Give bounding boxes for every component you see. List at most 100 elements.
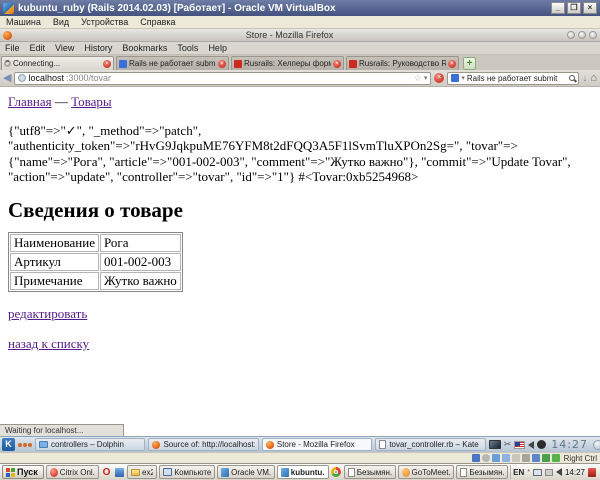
virtualbox-icon [281, 468, 289, 477]
tray-flag-icon[interactable] [545, 469, 553, 476]
task-ex2-folder[interactable]: ex2 [127, 465, 157, 479]
bookmark-star-icon[interactable] [414, 73, 422, 84]
volume-icon[interactable] [528, 441, 534, 449]
task-kate[interactable]: tovar_controller.rb – Kate [375, 438, 485, 451]
params-dump: {"utf8"=>"✓", "_method"=>"patch", "authe… [8, 123, 592, 184]
kde-clock[interactable]: 14:27 [549, 438, 590, 451]
home-icon[interactable] [590, 72, 597, 84]
desktop-pager[interactable] [18, 443, 32, 447]
url-dropdown-icon[interactable] [424, 74, 428, 82]
task-label: Компьютер [174, 468, 211, 477]
vbox-usb-icon [512, 454, 520, 462]
kde-menu-icon[interactable] [2, 438, 15, 451]
back-to-list-link[interactable]: назад к списку [8, 336, 89, 351]
menu-file[interactable]: File [0, 43, 25, 53]
quicklaunch-app[interactable] [114, 466, 125, 478]
edit-link[interactable]: редактировать [8, 306, 87, 321]
tab-label: Rusrails: Хелперы форм Rails [244, 59, 331, 68]
vbox-menu-help[interactable]: Справка [134, 17, 181, 27]
window-minimize-icon[interactable] [567, 31, 575, 39]
keyboard-layout-flag-icon[interactable] [514, 441, 525, 449]
tab-search-results[interactable]: Rails не работает submit - Поиск ... [116, 56, 229, 70]
search-input[interactable]: Rails не работает submit [467, 74, 567, 83]
search-engine-dropdown-icon[interactable] [461, 74, 465, 82]
search-icon[interactable] [569, 75, 575, 81]
task-source-view[interactable]: Source of: http://localhost:3000/to [148, 438, 258, 451]
task-computer[interactable]: Компьютер [159, 465, 215, 479]
firefox-icon [266, 441, 274, 449]
stop-button[interactable] [434, 73, 444, 83]
task-label: ex2 [142, 468, 153, 477]
task-label: Source of: http://localhost:3000/to [163, 440, 254, 449]
tab-label: Connecting... [13, 59, 101, 68]
kde-system-tray: 14:27 [489, 438, 598, 451]
task-dolphin[interactable]: controllers – Dolphin [35, 438, 145, 451]
search-bar[interactable]: Rails не работает submit [447, 72, 579, 85]
task-kubuntu-vm[interactable]: kubuntu... [277, 465, 329, 479]
start-button[interactable]: Пуск [2, 465, 44, 479]
window-close-icon[interactable] [589, 31, 597, 39]
task-oracle-vm[interactable]: Oracle VM... [217, 465, 275, 479]
page-title: Сведения о товаре [8, 198, 592, 223]
quicklaunch-chrome[interactable] [331, 466, 342, 478]
tray-icon[interactable] [527, 469, 530, 476]
tab-rusrails-helpers[interactable]: Rusrails: Хелперы форм Rails [231, 56, 344, 70]
url-bar[interactable]: localhost :3000/tovar [14, 72, 431, 85]
url-path-text: :3000/tovar [66, 73, 412, 83]
task-label: controllers – Dolphin [51, 440, 124, 449]
status-bar: Waiting for localhost... [0, 424, 124, 436]
tab-connecting[interactable]: Connecting... [1, 56, 114, 70]
tab-label: Rusrails: Руководство Ruby On Ra... [359, 59, 446, 68]
window-maximize-icon[interactable] [578, 31, 586, 39]
menu-history[interactable]: History [79, 43, 117, 53]
display-icon[interactable] [489, 440, 501, 449]
tab-close-icon[interactable] [103, 60, 111, 68]
breadcrumb-home-link[interactable]: Главная [8, 94, 52, 109]
document-icon [348, 468, 355, 477]
vbox-menu-view[interactable]: Вид [47, 17, 75, 27]
start-label: Пуск [17, 467, 38, 477]
row-value: Рога [100, 234, 181, 252]
firefox-tabbar: Connecting... Rails не работает submit -… [0, 55, 600, 70]
tray-app-icon[interactable] [588, 468, 596, 477]
tab-close-icon[interactable] [333, 60, 341, 68]
back-button[interactable] [3, 73, 11, 84]
vbox-minimize-button[interactable]: _ [551, 2, 565, 14]
volume-icon[interactable] [556, 468, 562, 476]
vbox-menu-devices[interactable]: Устройства [75, 17, 134, 27]
menu-help[interactable]: Help [203, 43, 232, 53]
new-tab-button[interactable] [463, 57, 476, 70]
url-host-text: localhost [28, 73, 64, 83]
tab-close-icon[interactable] [448, 60, 456, 68]
task-gotomeeting[interactable]: GoToMeet... [398, 465, 455, 479]
opera-icon [103, 467, 111, 478]
task-firefox-store[interactable]: Store - Mozilla Firefox [262, 438, 372, 451]
network-icon[interactable] [533, 469, 542, 476]
menu-bookmarks[interactable]: Bookmarks [117, 43, 172, 53]
firefox-app-icon [3, 31, 12, 40]
menu-tools[interactable]: Tools [172, 43, 203, 53]
vbox-sharedfolders-icon [522, 454, 530, 462]
klipper-icon[interactable] [504, 440, 512, 449]
task-untitled-1[interactable]: Безымян... [344, 465, 396, 479]
task-citrix[interactable]: Citrix Onl... [46, 465, 99, 479]
plasma-cashew-icon[interactable] [593, 440, 600, 450]
tab-rusrails-guide[interactable]: Rusrails: Руководство Ruby On Ra... [346, 56, 459, 70]
tab-close-icon[interactable] [218, 60, 226, 68]
vbox-close-button[interactable]: × [583, 2, 597, 14]
tab-label: Rails не работает submit - Поиск ... [129, 59, 216, 68]
downloads-icon[interactable] [582, 73, 587, 84]
firefox-navbar: localhost :3000/tovar Rails не работает … [0, 70, 600, 87]
vbox-maximize-button[interactable]: ❐ [567, 2, 581, 14]
menu-view[interactable]: View [50, 43, 79, 53]
menu-edit[interactable]: Edit [25, 43, 51, 53]
task-untitled-2[interactable]: Безымян... [456, 465, 508, 479]
quicklaunch-opera[interactable] [101, 466, 112, 478]
breadcrumb-tovary-link[interactable]: Товары [71, 94, 111, 109]
host-clock[interactable]: 14:27 [565, 468, 585, 477]
user-icon[interactable] [537, 440, 546, 449]
vbox-menu-machine[interactable]: Машина [0, 17, 47, 27]
vbox-display-icon [532, 454, 540, 462]
table-row: Артикул 001-002-003 [10, 253, 181, 271]
language-indicator[interactable]: EN [513, 468, 524, 477]
